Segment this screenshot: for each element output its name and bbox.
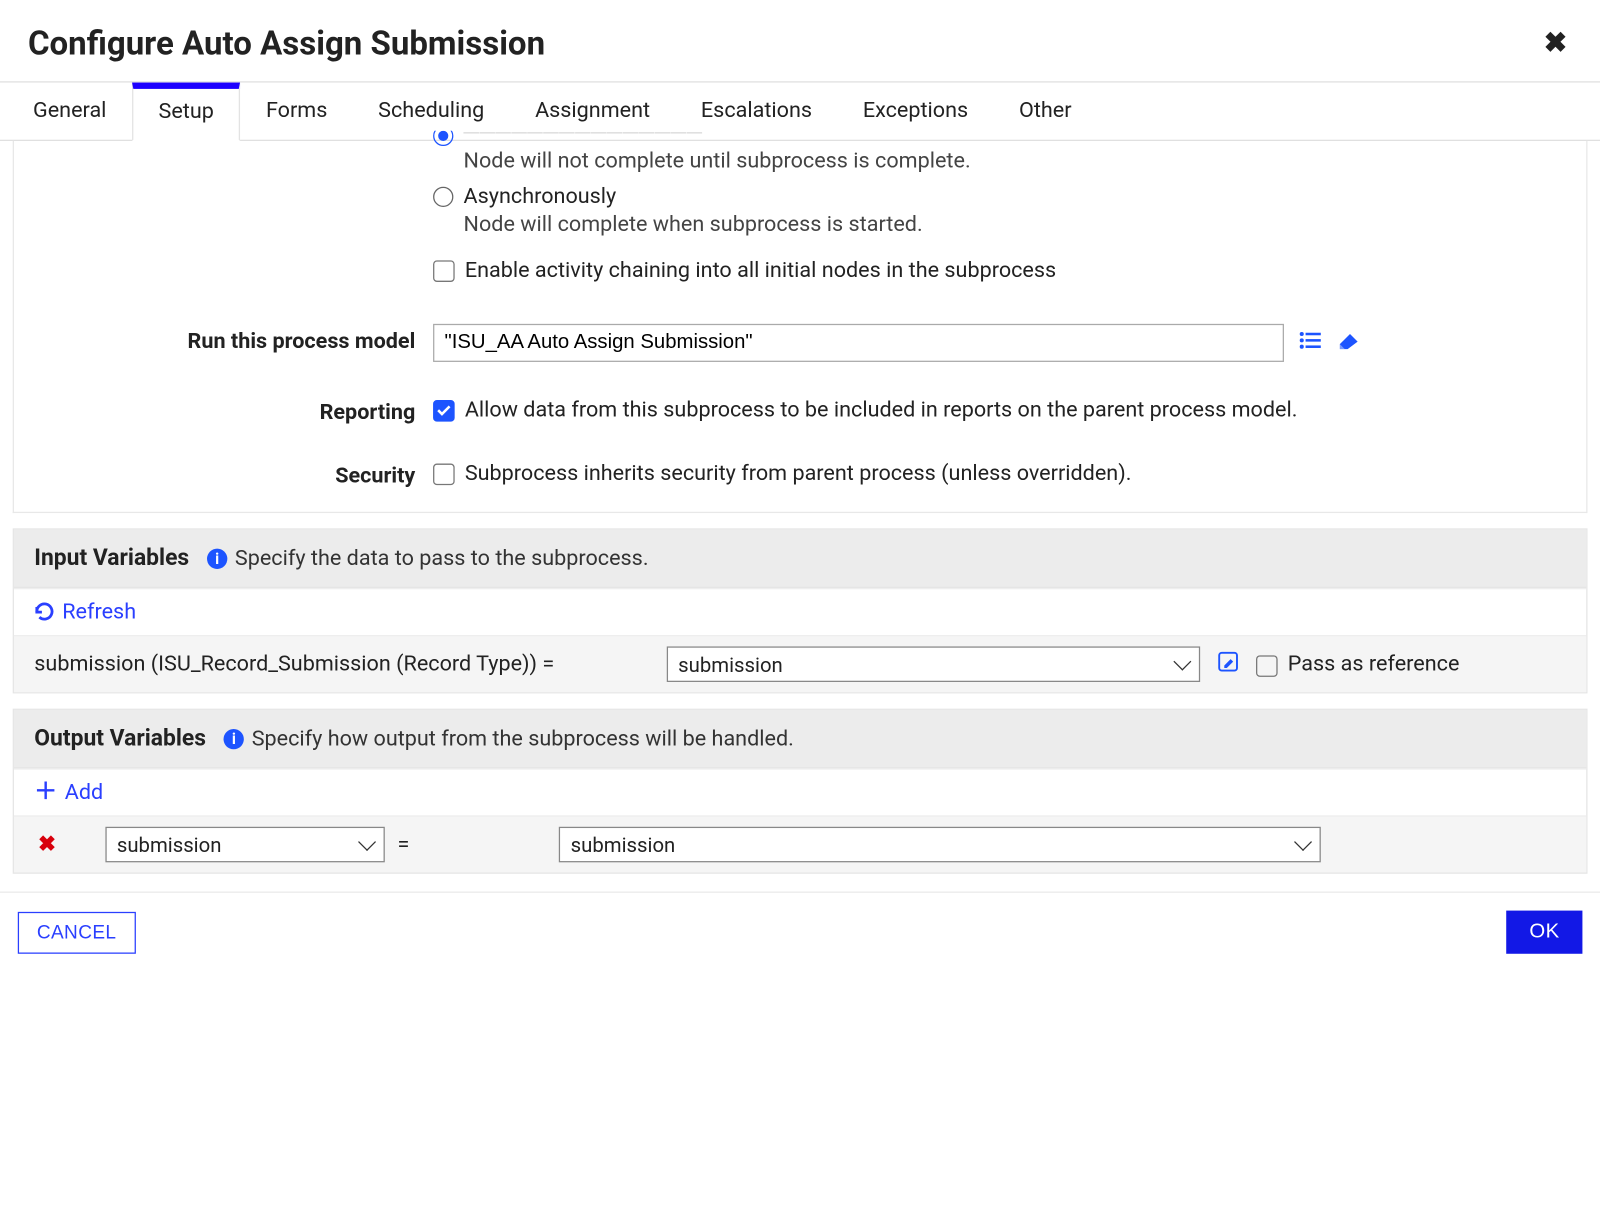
- radio-synchronously-label-cut: ───────────────: [464, 131, 703, 146]
- eraser-icon[interactable]: [1335, 330, 1360, 355]
- info-icon: i: [224, 728, 244, 748]
- checkbox-reporting[interactable]: [433, 400, 455, 422]
- tab-general[interactable]: General: [8, 83, 132, 140]
- checkbox-security[interactable]: [433, 464, 455, 486]
- remove-row-icon[interactable]: ✖: [34, 832, 59, 857]
- add-label: Add: [65, 780, 103, 805]
- chevron-down-icon: [1173, 653, 1191, 671]
- input-process-model[interactable]: [433, 324, 1284, 362]
- input-var-label: submission (ISU_Record_Submission (Recor…: [34, 652, 656, 677]
- radio-synchronously[interactable]: [433, 131, 453, 146]
- label-security: Security: [14, 458, 433, 488]
- input-var-value: submission: [678, 652, 783, 676]
- pass-as-reference-label: Pass as reference: [1288, 652, 1460, 677]
- refresh-button[interactable]: Refresh: [34, 599, 136, 624]
- input-var-value-select[interactable]: submission: [667, 646, 1200, 682]
- radio-asynchronously[interactable]: [433, 187, 453, 207]
- chevron-down-icon: [1294, 833, 1312, 851]
- cancel-button[interactable]: CANCEL: [18, 911, 136, 953]
- list-icon[interactable]: [1299, 330, 1322, 355]
- checkbox-activity-chaining-label: Enable activity chaining into all initia…: [465, 258, 1056, 283]
- output-variables-title: Output Variables: [34, 725, 206, 752]
- close-icon[interactable]: ✖: [1544, 30, 1567, 58]
- checkbox-security-label: Subprocess inherits security from parent…: [465, 461, 1132, 486]
- output-var-left-select[interactable]: submission: [105, 827, 384, 863]
- radio-asynchronously-label: Asynchronously: [464, 184, 617, 209]
- dialog-title: Configure Auto Assign Submission: [28, 25, 545, 63]
- output-variables-hint: Specify how output from the subprocess w…: [252, 726, 794, 751]
- add-button[interactable]: ＋ Add: [34, 780, 103, 805]
- output-var-right-value: submission: [571, 832, 676, 856]
- radio-synchronously-desc: Node will not complete until subprocess …: [464, 149, 1556, 174]
- output-var-right-select[interactable]: submission: [559, 827, 1321, 863]
- section-input-variables: Input Variables i Specify the data to pa…: [13, 528, 1588, 693]
- radio-asynchronously-desc: Node will complete when subprocess is st…: [464, 212, 1556, 237]
- output-var-left-value: submission: [117, 832, 222, 856]
- info-icon: i: [207, 548, 227, 568]
- chevron-down-icon: [358, 833, 376, 851]
- refresh-label: Refresh: [62, 599, 136, 624]
- input-variables-title: Input Variables: [34, 545, 189, 572]
- tab-forms[interactable]: Forms: [241, 83, 353, 140]
- section-output-variables: Output Variables i Specify how output fr…: [13, 709, 1588, 874]
- checkbox-activity-chaining[interactable]: [433, 260, 455, 282]
- checkbox-reporting-label: Allow data from this subprocess to be in…: [465, 398, 1298, 423]
- label-reporting: Reporting: [14, 395, 433, 425]
- equals-sign: =: [395, 832, 412, 857]
- edit-expression-icon[interactable]: [1218, 651, 1238, 678]
- label-process-model: Run this process model: [14, 324, 433, 354]
- tab-setup[interactable]: Setup: [132, 83, 241, 141]
- ok-button[interactable]: OK: [1507, 911, 1583, 954]
- checkbox-pass-as-reference[interactable]: [1256, 655, 1278, 677]
- input-variables-hint: Specify the data to pass to the subproce…: [235, 545, 649, 570]
- refresh-icon: [34, 602, 54, 622]
- plus-icon: ＋: [34, 781, 57, 804]
